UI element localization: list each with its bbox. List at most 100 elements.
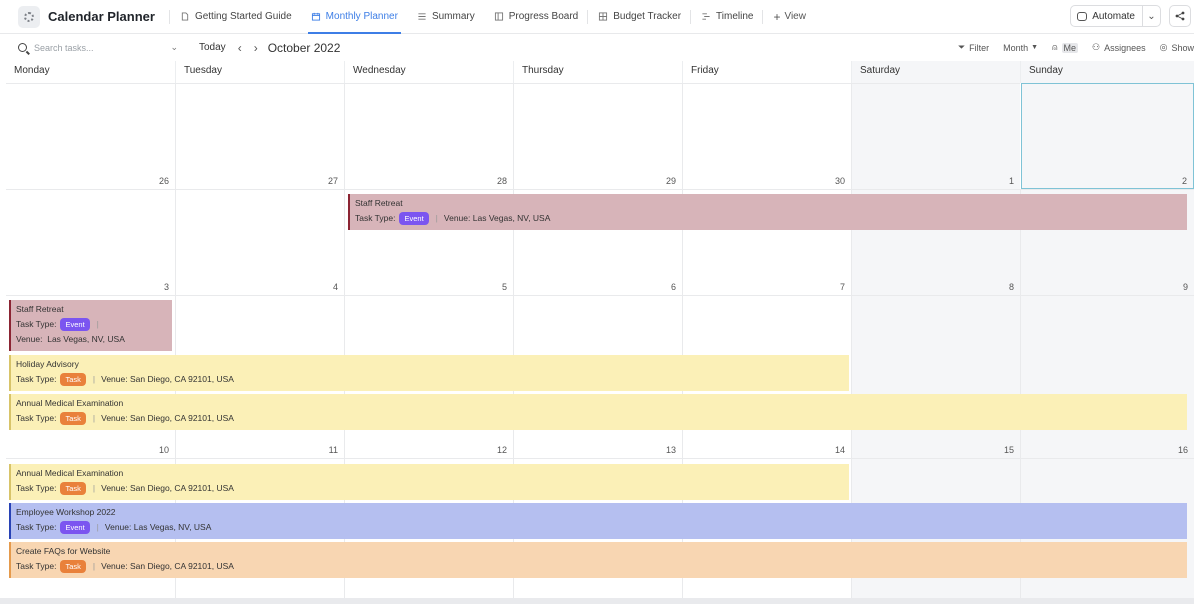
day-number: 12: [496, 445, 507, 455]
event-meta: Venue: Las Vegas, NV, USA: [16, 333, 172, 346]
event-staff-retreat[interactable]: Staff Retreat Task Type: Event | Venue: …: [9, 300, 172, 351]
day-cell[interactable]: 29: [513, 83, 682, 189]
event-meta: Task Type: Event | Venue: Las Vegas, NV,…: [16, 521, 1187, 534]
venue-label: Venue:: [101, 483, 128, 493]
month-select[interactable]: Month ▼: [1003, 43, 1038, 53]
event-annual-medical-examination[interactable]: Annual Medical Examination Task Type: Ta…: [9, 394, 1187, 430]
search-placeholder: Search tasks...: [34, 42, 94, 53]
event-meta: Task Type: Event | Venue: Las Vegas, NV,…: [355, 212, 1187, 225]
day-number: 2: [1181, 176, 1187, 186]
venue-label: Venue:: [443, 213, 471, 223]
task-type-badge: Task: [60, 373, 86, 386]
day-number: 6: [670, 282, 676, 292]
event-meta: Task Type: Task | Venue: San Diego, CA 9…: [16, 412, 1187, 425]
day-number: 4: [332, 282, 338, 292]
event-create-faqs[interactable]: Create FAQs for Website Task Type: Task …: [9, 542, 1187, 578]
day-cell-selected[interactable]: 2: [1021, 83, 1194, 189]
plus-icon: +: [773, 9, 781, 24]
tab-label: Progress Board: [508, 11, 579, 22]
top-bar: Calendar Planner Getting Started Guide M…: [0, 0, 1194, 34]
toolbar-right: ⏷ Filter Month ▼ ⍝ Me ⚇ Assignees ◎ Show: [944, 34, 1194, 61]
event-holiday-advisory[interactable]: Holiday Advisory Task Type: Task | Venue…: [9, 355, 849, 391]
venue-value: San Diego, CA 92101, USA: [129, 413, 234, 423]
tab-label: Summary: [431, 11, 475, 22]
day-number: 10: [158, 445, 169, 455]
day-number: 16: [1177, 445, 1188, 455]
me-filter-button[interactable]: ⍝ Me: [1052, 42, 1079, 53]
day-number: 9: [1182, 282, 1188, 292]
venue-value: San Diego, CA 92101, USA: [129, 483, 234, 493]
separator: |: [92, 374, 96, 384]
task-type-label: Task Type:: [16, 413, 57, 423]
tab-progress-board[interactable]: Progress Board: [484, 0, 587, 34]
day-number: 13: [665, 445, 676, 455]
app-icon[interactable]: [18, 5, 40, 28]
doc-icon: [181, 12, 189, 21]
search-input[interactable]: Search tasks... ⌄: [18, 38, 178, 58]
day-cell[interactable]: 27: [175, 83, 344, 189]
assignees-button[interactable]: ⚇ Assignees: [1092, 42, 1146, 53]
day-number: 11: [328, 445, 338, 455]
separator: |: [96, 319, 99, 329]
tab-label: Monthly Planner: [325, 11, 398, 22]
event-title: Holiday Advisory: [16, 359, 79, 369]
next-month-icon[interactable]: ›: [254, 41, 258, 55]
me-label: Me: [1061, 42, 1079, 53]
tab-summary[interactable]: Summary: [407, 0, 484, 34]
day-header-thursday: Thursday: [513, 61, 682, 83]
add-view-button[interactable]: + View: [763, 0, 816, 34]
task-type-label: Task Type:: [16, 374, 57, 384]
add-view-label: View: [784, 11, 806, 22]
day-header-wednesday: Wednesday: [344, 61, 513, 83]
day-header-sunday: Sunday: [1020, 61, 1194, 83]
view-tabs: Getting Started Guide Monthly Planner Su…: [168, 0, 816, 34]
chevron-down-icon[interactable]: ⌄: [1142, 6, 1160, 26]
show-button[interactable]: ◎ Show: [1160, 42, 1194, 53]
day-cell[interactable]: 30: [682, 83, 851, 189]
tab-label: Budget Tracker: [613, 11, 682, 22]
tab-budget-tracker[interactable]: Budget Tracker: [588, 0, 690, 34]
today-button[interactable]: Today: [199, 42, 226, 53]
chevron-down-icon[interactable]: ⌄: [170, 42, 178, 53]
event-type-badge: Event: [399, 212, 429, 225]
event-employee-workshop[interactable]: Employee Workshop 2022 Task Type: Event …: [9, 503, 1187, 539]
app-title: Calendar Planner: [48, 9, 155, 24]
day-cell[interactable]: 1: [851, 83, 1020, 189]
day-cell[interactable]: 26: [6, 83, 175, 189]
tab-getting-started-guide[interactable]: Getting Started Guide: [170, 0, 301, 34]
tab-label: Timeline: [716, 11, 754, 22]
list-icon: [418, 13, 426, 20]
tab-monthly-planner[interactable]: Monthly Planner: [301, 0, 407, 34]
separator: |: [92, 561, 96, 571]
tab-timeline[interactable]: Timeline: [691, 0, 762, 34]
month-select-label: Month: [1003, 42, 1029, 53]
day-number: 27: [327, 176, 338, 186]
task-type-label: Task Type:: [355, 213, 396, 223]
day-cell[interactable]: 28: [344, 83, 513, 189]
separator: |: [96, 522, 99, 532]
event-type-badge: Event: [60, 521, 90, 534]
event-title: Employee Workshop 2022: [16, 507, 116, 517]
event-staff-retreat[interactable]: Staff Retreat Task Type: Event | Venue: …: [348, 194, 1187, 230]
event-type-badge: Event: [60, 318, 90, 331]
venue-value: Las Vegas, NV, USA: [472, 213, 551, 223]
event-meta: Task Type: Task | Venue: San Diego, CA 9…: [16, 373, 849, 386]
day-cell[interactable]: 16: [1020, 295, 1194, 458]
day-cell[interactable]: 15: [851, 295, 1020, 458]
task-type-label: Task Type:: [16, 319, 57, 329]
table-icon: [599, 12, 608, 21]
previous-month-icon[interactable]: ‹: [238, 41, 242, 55]
day-number: 8: [1008, 282, 1014, 292]
day-number: 15: [1003, 445, 1014, 455]
event-annual-medical-examination[interactable]: Annual Medical Examination Task Type: Ta…: [9, 464, 849, 500]
filter-button[interactable]: ⏷ Filter: [958, 42, 989, 53]
day-cell[interactable]: 4: [175, 189, 344, 295]
filter-label: Filter: [969, 42, 990, 53]
venue-label: Venue:: [16, 334, 43, 344]
day-cell[interactable]: 3: [6, 189, 175, 295]
task-type-label: Task Type:: [16, 483, 57, 493]
automate-button[interactable]: Automate ⌄: [1070, 5, 1161, 27]
share-button[interactable]: [1169, 5, 1191, 27]
task-type-badge: Task: [60, 412, 86, 425]
day-number: 1: [1008, 176, 1014, 186]
